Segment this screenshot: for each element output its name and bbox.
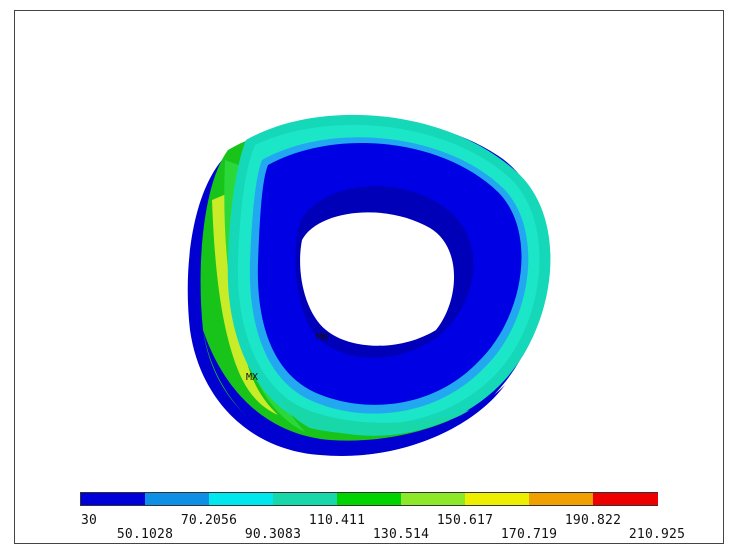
legend-tick-label-7: 170.719 <box>500 527 558 542</box>
legend-swatch-8 <box>593 493 658 505</box>
legend-swatch-7 <box>529 493 594 505</box>
min-marker: MN <box>316 332 328 343</box>
contour-scene: MN MX <box>187 114 551 456</box>
inner-bore-hole <box>300 212 455 346</box>
legend-swatch-3 <box>273 493 338 505</box>
legend-tick-label-0: 30 <box>81 513 98 528</box>
washer-model <box>187 114 551 456</box>
legend-tick-label-3: 90.3083 <box>244 527 302 542</box>
legend-tick-label-5: 130.514 <box>372 527 430 542</box>
legend-swatch-0 <box>81 493 146 505</box>
legend-tick-label-2: 70.2056 <box>180 513 238 528</box>
max-marker: MX <box>246 372 258 383</box>
legend-tick-label-1: 50.1028 <box>116 527 174 542</box>
legend-swatch-4 <box>337 493 402 505</box>
legend-swatch-1 <box>145 493 210 505</box>
legend-tick-label-4: 110.411 <box>308 513 366 528</box>
legend-swatch-2 <box>209 493 274 505</box>
legend-swatch-6 <box>465 493 530 505</box>
legend-swatch-5 <box>401 493 466 505</box>
legend-tick-label-9: 210.925 <box>628 527 686 542</box>
legend-tick-label-8: 190.822 <box>564 513 622 528</box>
legend-tick-label-6: 150.617 <box>436 513 494 528</box>
